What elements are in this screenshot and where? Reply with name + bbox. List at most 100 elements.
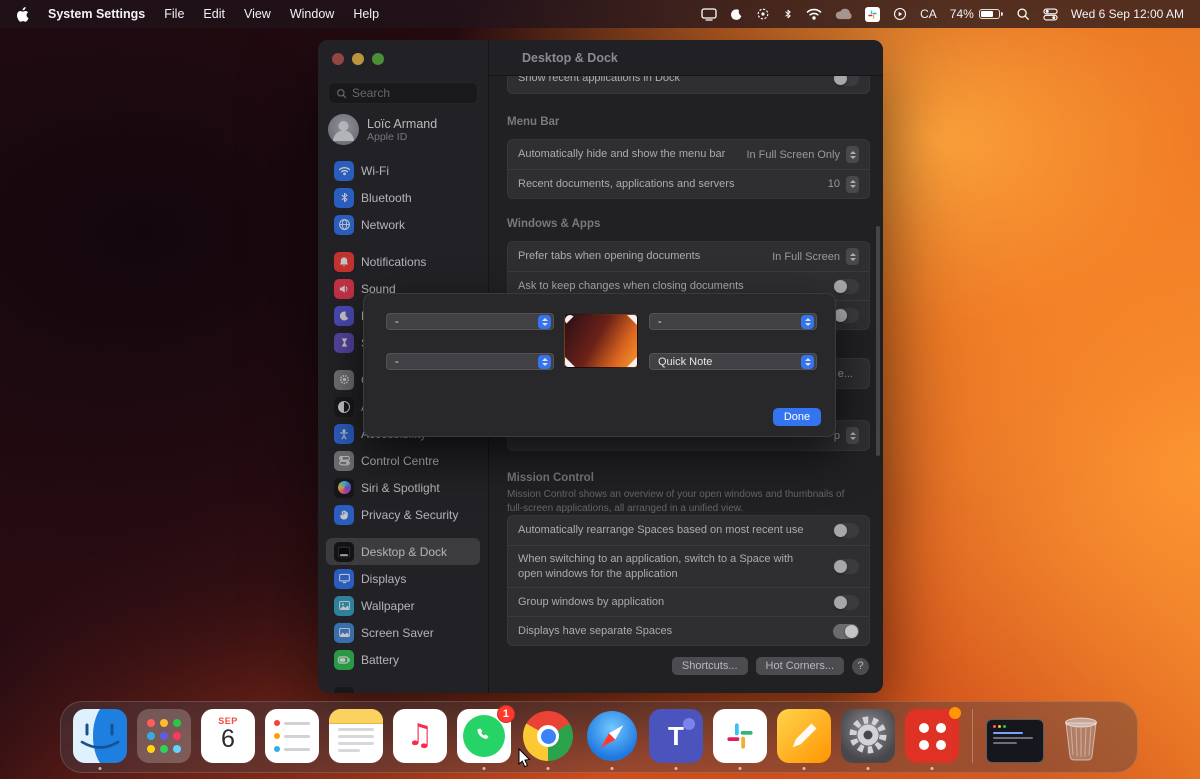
dock-teams[interactable]: T — [649, 709, 703, 763]
sidebar-item-partial[interactable] — [326, 683, 480, 693]
bluetooth-icon[interactable] — [783, 7, 793, 21]
section-header-mission-control: Mission Control — [507, 472, 594, 484]
now-playing-icon[interactable] — [893, 7, 907, 21]
dock-minimized-window[interactable] — [986, 719, 1044, 763]
notes-icon — [329, 709, 383, 763]
sidebar-item-label: Bluetooth — [361, 191, 412, 205]
rearrange-spaces-toggle[interactable] — [833, 523, 859, 538]
dock-finder[interactable] — [73, 709, 127, 763]
popup-chevrons[interactable] — [846, 248, 859, 265]
sidebar-item-privacy-security[interactable]: Privacy & Security — [326, 501, 480, 528]
globe-icon — [334, 215, 354, 235]
sidebar-item-wifi[interactable]: Wi-Fi — [326, 157, 480, 184]
dock-notes[interactable] — [329, 709, 383, 763]
show-recent-apps-toggle[interactable] — [833, 76, 859, 86]
dock-chrome[interactable] — [521, 709, 575, 763]
sidebar-search[interactable] — [328, 82, 478, 104]
search-icon — [336, 88, 347, 99]
sidebar-item-siri-spotlight[interactable]: Siri & Spotlight — [326, 474, 480, 501]
sidebar-item-control-centre[interactable]: Control Centre — [326, 447, 480, 474]
dock-pencil-app[interactable] — [777, 709, 831, 763]
close-button[interactable] — [332, 53, 344, 65]
sidebar-item-wallpaper[interactable]: Wallpaper — [326, 592, 480, 619]
row-label: Recent documents, applications and serve… — [518, 177, 734, 191]
dock-slack[interactable] — [713, 709, 767, 763]
scrollbar[interactable] — [876, 226, 880, 456]
separate-spaces-toggle[interactable] — [833, 624, 859, 639]
spotlight-icon[interactable] — [1016, 7, 1030, 21]
settings-row: Show recent applications in Dock — [508, 76, 869, 93]
popup-chevrons[interactable] — [846, 146, 859, 163]
menu-view[interactable]: View — [244, 7, 271, 21]
dock-system-settings[interactable] — [841, 709, 895, 763]
focus-moon-icon[interactable] — [730, 8, 743, 21]
popup-chevrons[interactable] — [846, 176, 859, 193]
dock-launchpad[interactable] — [137, 709, 191, 763]
dock-trash[interactable] — [1054, 709, 1108, 763]
wifi-icon[interactable] — [806, 8, 822, 20]
keep-changes-toggle[interactable] — [833, 279, 859, 294]
popup-chevrons — [801, 315, 814, 329]
hot-corner-bottom-left-popup[interactable]: - — [386, 353, 554, 370]
shortcuts-button[interactable]: Shortcuts... — [672, 657, 748, 675]
profile-row[interactable]: Loïc Armand Apple ID — [328, 114, 437, 145]
input-source-badge[interactable]: CA — [920, 7, 937, 21]
popup-chevrons — [538, 355, 551, 369]
menu-edit[interactable]: Edit — [203, 7, 225, 21]
battery-indicator[interactable]: 74% — [950, 7, 1003, 21]
sidebar-item-notifications[interactable]: Notifications — [326, 248, 480, 275]
sidebar-item-label: Notifications — [361, 255, 426, 269]
hot-corners-button[interactable]: Hot Corners... — [756, 657, 844, 675]
row-label: Show recent applications in Dock — [518, 76, 680, 86]
help-button[interactable]: ? — [852, 658, 869, 675]
sidebar-item-displays[interactable]: Displays — [326, 565, 480, 592]
settings-row: Automatically hide and show the menu bar… — [508, 140, 869, 169]
settings-row: When switching to an application, switch… — [508, 545, 869, 587]
popup-value: - — [395, 316, 399, 328]
hourglass-icon — [334, 333, 354, 353]
switch-to-space-toggle[interactable] — [833, 559, 859, 574]
hot-corner-bottom-right-popup[interactable]: Quick Note — [649, 353, 817, 370]
settings-row: Displays have separate Spaces — [508, 616, 869, 645]
avatar — [328, 114, 359, 145]
menu-help[interactable]: Help — [353, 7, 379, 21]
popup-value: - — [395, 356, 399, 368]
display-mirroring-icon[interactable] — [701, 8, 717, 21]
airdrop-icon[interactable] — [756, 7, 770, 21]
settings-row: Automatically rearrange Spaces based on … — [508, 516, 869, 545]
dock-reminders[interactable] — [265, 709, 319, 763]
screen-preview-thumbnail — [564, 314, 638, 368]
covered-toggle[interactable] — [833, 308, 859, 323]
apple-menu-icon[interactable] — [16, 7, 29, 22]
menubar-clock[interactable]: Wed 6 Sep 12:00 AM — [1071, 7, 1184, 21]
running-indicator — [739, 767, 742, 770]
sidebar-item-network[interactable]: Network — [326, 211, 480, 238]
menu-window[interactable]: Window — [290, 7, 334, 21]
zoom-button[interactable] — [372, 53, 384, 65]
control-centre-icon[interactable] — [1043, 7, 1058, 22]
menubar-app-name[interactable]: System Settings — [48, 7, 145, 21]
sidebar-item-bluetooth[interactable]: Bluetooth — [326, 184, 480, 211]
search-input[interactable] — [352, 86, 462, 100]
group-windows-toggle[interactable] — [833, 595, 859, 610]
sidebar-item-label: Siri & Spotlight — [361, 481, 440, 495]
slack-menubar-icon[interactable] — [865, 7, 880, 22]
cloud-icon[interactable] — [835, 8, 852, 20]
hot-corner-top-right-popup[interactable]: - — [649, 313, 817, 330]
popup-chevrons[interactable] — [846, 427, 859, 444]
sidebar-item-battery[interactable]: Battery — [326, 646, 480, 673]
popup-value: Quick Note — [658, 356, 712, 368]
running-indicator — [99, 767, 102, 770]
sidebar-item-screen-saver[interactable]: Screen Saver — [326, 619, 480, 646]
minimize-button[interactable] — [352, 53, 364, 65]
dock-calendar[interactable]: SEP 6 — [201, 709, 255, 763]
done-button[interactable]: Done — [773, 408, 821, 426]
settings-row: Group windows by application — [508, 587, 869, 616]
sidebar-item-desktop-dock[interactable]: Desktop & Dock — [326, 538, 480, 565]
menu-file[interactable]: File — [164, 7, 184, 21]
hot-corner-top-left-popup[interactable]: - — [386, 313, 554, 330]
dock-music[interactable]: ♫ — [393, 709, 447, 763]
dock-safari[interactable] — [585, 709, 639, 763]
dock-whatsapp[interactable]: 1 — [457, 709, 511, 763]
dock-red-dots-app[interactable] — [905, 709, 959, 763]
